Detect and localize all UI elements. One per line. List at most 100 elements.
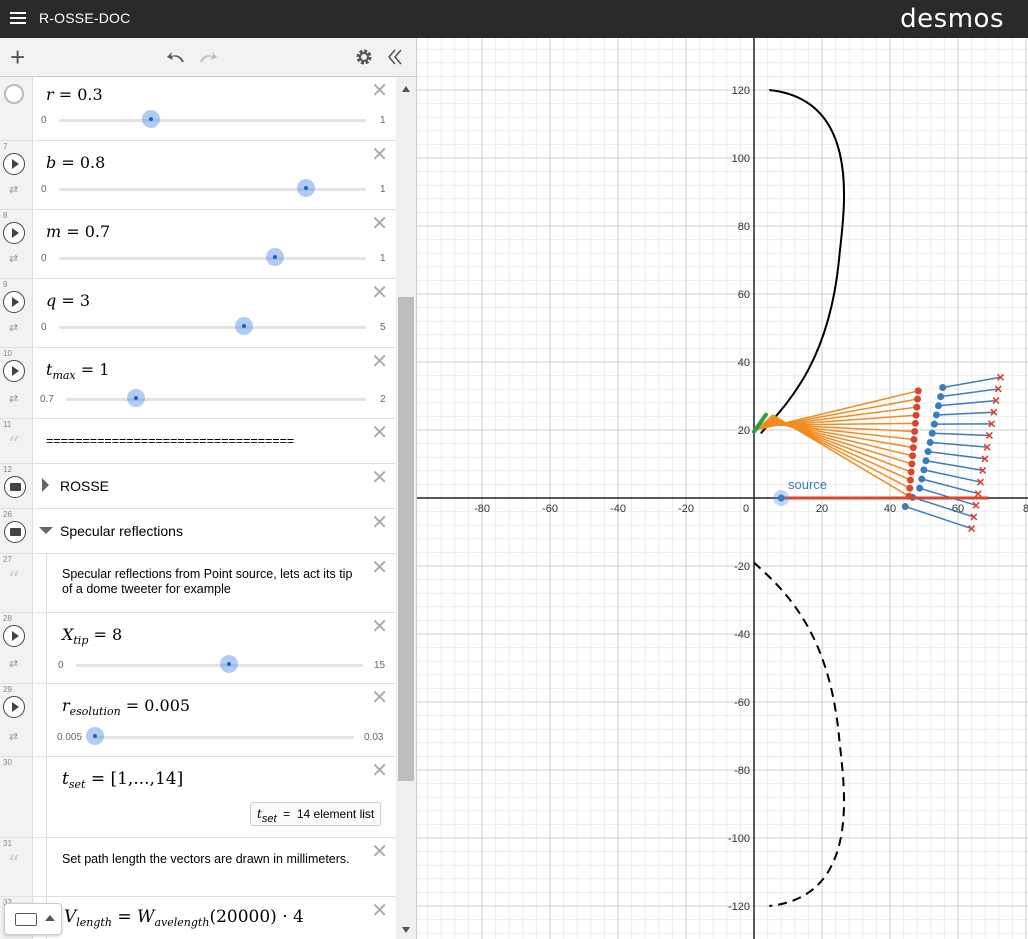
graph-paper[interactable]: -80 -60 -40 -20 0 20 40 60 8 120 100 80 60 40 20 -20 -40… [417,38,1028,939]
slider-handle-tmax[interactable] [127,389,145,407]
delete-expression-icon[interactable]: ✕ [371,513,388,533]
slider-min[interactable]: 0 [41,184,47,195]
slider-min[interactable]: 0.005 [57,732,82,743]
slider-handle-resolution[interactable] [86,727,104,745]
note-divider[interactable]: 11 “ ================================== … [0,419,396,464]
play-icon[interactable] [3,360,25,382]
graph-canvas[interactable]: -80 -60 -40 -20 0 20 40 60 812010080604020-20-40… [417,38,1028,939]
expression-slider-xtip[interactable]: 28 ⇄ Xtip = 8 0 15 ✕ [0,613,396,684]
slider-handle-xtip[interactable] [220,655,238,673]
expression-slider-resolution[interactable]: 29 ⇄ resolution = 0.005 0.005 0.03 ✕ [0,684,396,757]
slider-handle-b[interactable] [297,179,315,197]
slider-min[interactable]: 0.7 [40,394,54,405]
play-icon[interactable] [3,696,25,718]
folder-collapse-icon[interactable] [39,527,53,534]
folder-icon[interactable] [4,521,26,543]
slider-handle-q[interactable] [235,317,253,335]
keyboard-toggle-button[interactable] [4,903,62,935]
loop-icon[interactable]: ⇄ [9,183,18,196]
slider-max[interactable]: 0.03 [364,732,383,743]
slider-track[interactable] [59,326,366,329]
slider-track[interactable] [59,257,366,260]
delete-expression-icon[interactable]: ✕ [371,688,388,708]
slider-min[interactable]: 0 [41,115,47,126]
delete-expression-icon[interactable]: ✕ [371,842,388,862]
tset-expression[interactable]: tset = [1,...,14] [62,769,183,791]
note-text: Specular reflections from Point source, … [62,567,353,596]
folder-specular-reflections[interactable]: 26 Specular reflections ✕ [0,509,396,554]
slider-xtip-label: Xtip = 8 [62,625,123,647]
collapse-panel-button[interactable] [387,38,403,76]
slider-max[interactable]: 5 [380,322,386,333]
loop-icon[interactable]: ⇄ [9,730,18,743]
play-icon[interactable] [3,625,25,647]
slider-track[interactable] [59,119,366,122]
hamburger-menu-icon[interactable] [10,10,26,26]
expression-slider-q[interactable]: 9 ⇄ q = 3 0 5 ✕ [0,279,396,348]
delete-expression-icon[interactable]: ✕ [371,617,388,637]
expression-slider-m[interactable]: 8 ⇄ m = 0.7 0 1 ✕ [0,210,396,279]
slider-track[interactable] [66,398,366,401]
y-tick-label: -20 [734,561,750,573]
delete-expression-icon[interactable]: ✕ [371,283,388,303]
folder-icon[interactable] [4,476,26,498]
delete-expression-icon[interactable]: ✕ [371,468,388,488]
delete-expression-icon[interactable]: ✕ [371,558,388,578]
expression-index: 9 [3,280,8,289]
slider-handle-m[interactable] [266,248,284,266]
expression-scrollbar[interactable] [396,77,416,939]
expression-tset[interactable]: 30 tset = [1,...,14] tset = 14 element l… [0,757,396,838]
scroll-up-icon[interactable] [402,86,410,92]
delete-expression-icon[interactable]: ✕ [371,352,388,372]
folder-expand-icon[interactable] [42,478,49,492]
normal-point [939,384,947,391]
scrollbar-thumb[interactable] [398,297,414,781]
delete-expression-icon[interactable]: ✕ [371,761,388,781]
undo-button[interactable] [166,38,186,76]
delete-expression-icon[interactable]: ✕ [371,901,388,921]
delete-expression-icon[interactable]: ✕ [371,423,388,443]
delete-expression-icon[interactable]: ✕ [371,214,388,234]
folder-rosse[interactable]: 12 ROSSE ✕ [0,464,396,509]
vlength-expression[interactable]: Vlength = Wavelength(20000) · 4 [64,907,304,929]
expression-index: 11 [3,420,12,429]
slider-max[interactable]: 1 [380,115,386,126]
slider-track[interactable] [59,188,366,191]
hidden-toggle-icon[interactable] [4,84,24,104]
expression-slider-r[interactable]: r = 0.3 0 1 ✕ [0,77,396,141]
play-icon[interactable] [3,153,25,175]
slider-handle-r[interactable] [142,110,160,128]
expression-slider-tmax[interactable]: 10 ⇄ tmax = 1 0.7 2 ✕ [0,348,396,419]
slider-min[interactable]: 0 [58,660,64,671]
slider-max[interactable]: 15 [374,660,385,671]
slider-max[interactable]: 1 [380,253,386,264]
loop-icon[interactable]: ⇄ [9,321,18,334]
expression-slider-b[interactable]: 7 ⇄ b = 0.8 0 1 ✕ [0,141,396,210]
slider-b-label: b = 0.8 [46,153,106,172]
slider-max[interactable]: 1 [380,184,386,195]
play-icon[interactable] [3,291,25,313]
loop-icon[interactable]: ⇄ [9,252,18,265]
normal-point [918,475,926,483]
graph-title[interactable]: R-OSSE-DOC [39,10,130,26]
add-item-button[interactable]: + [10,38,25,76]
settings-button[interactable] [355,38,373,76]
scroll-down-icon[interactable] [402,927,410,933]
play-icon[interactable] [3,222,25,244]
slider-min[interactable]: 0 [41,322,47,333]
delete-expression-icon[interactable]: ✕ [371,145,388,165]
note-path-length[interactable]: 31 “ Set path length the vectors are dra… [0,838,396,897]
expression-index: 31 [3,839,12,848]
loop-icon[interactable]: ⇄ [9,392,18,405]
note-specular[interactable]: 27 “ Specular reflections from Point sou… [0,554,396,613]
y-tick-label: -60 [734,697,750,709]
loop-icon[interactable]: ⇄ [9,657,18,670]
y-tick-label: -120 [728,901,750,913]
slider-track[interactable] [94,736,354,739]
folder-title: Specular reflections [60,523,183,539]
slider-min[interactable]: 0 [41,253,47,264]
redo-button[interactable] [198,38,218,76]
slider-max[interactable]: 2 [380,394,386,405]
normal-point [932,411,940,419]
delete-expression-icon[interactable]: ✕ [371,81,388,101]
